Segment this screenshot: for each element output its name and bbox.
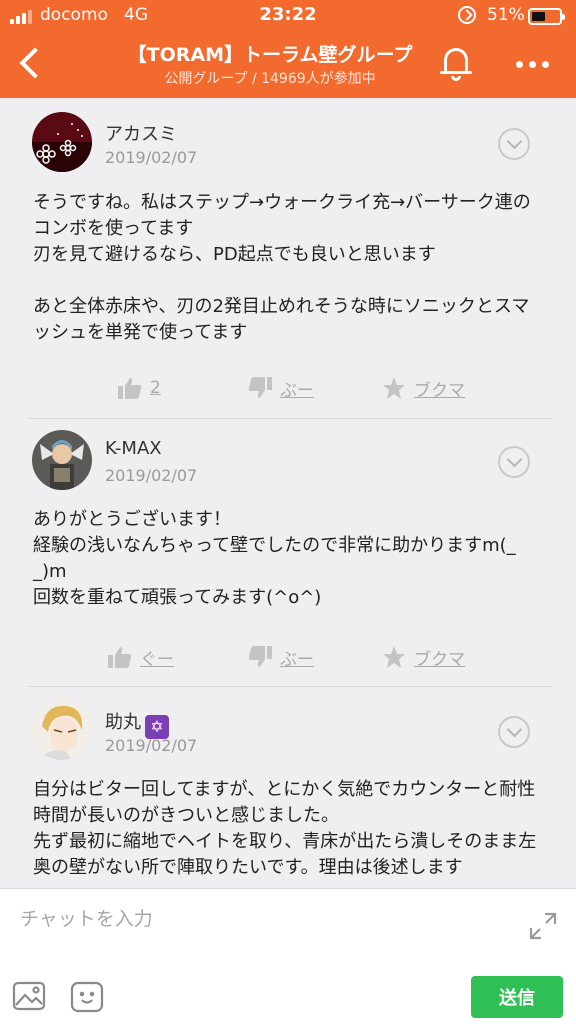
battery-icon [528, 8, 565, 25]
post-actions: ぐー ぶー ブクマ [0, 642, 576, 672]
dislike-button[interactable]: ぶー [248, 642, 314, 672]
post-item: 助丸 ✡ 2019/02/07 自分はビター回してますが、とにかく気絶でカウンター… [0, 686, 576, 888]
post-date: 2019/02/07 [105, 466, 198, 485]
image-icon[interactable] [12, 981, 46, 1011]
thumbs-down-icon [248, 646, 272, 667]
author-name: 助丸 [105, 712, 141, 733]
like-count: 2 [150, 378, 161, 398]
chat-input[interactable] [20, 903, 500, 935]
star-icon [383, 377, 405, 399]
chevron-down-icon[interactable] [498, 446, 530, 478]
post-item: アカスミ 2019/02/07 そうですね。私はステップ→ウォークライ充→バーサ… [0, 98, 576, 418]
post-body: 自分はビター回してますが、とにかく気絶でカウンターと耐性時間が長いのがきついと感… [33, 779, 537, 878]
post-body: ありがとうございます！ 経験の浅いなんちゃって壁でしたので非常に助かりますm(_… [33, 509, 516, 608]
post-body: そうですね。私はステップ→ウォークライ充→バーサーク連のコンボを使ってます 刃を… [33, 192, 531, 343]
chat-input-bar: 送信 [0, 888, 576, 1024]
dislike-label: ぶー [280, 380, 314, 401]
chevron-down-icon[interactable] [498, 128, 530, 160]
post-date: 2019/02/07 [105, 148, 198, 167]
post-author[interactable]: 助丸 ✡ [105, 708, 169, 739]
group-header: 【TORAM】トーラム壁グループ 公開グループ / 14969人が参加中 [0, 32, 576, 98]
bookmark-label: ブクマ [414, 649, 465, 670]
star-icon [383, 646, 405, 668]
rotation-lock-icon [458, 6, 476, 24]
post-item: K-MAX 2019/02/07 ありがとうございます！ 経験の浅いなんちゃって… [0, 418, 576, 686]
group-title: 【TORAM】トーラム壁グループ [127, 44, 413, 66]
post-author[interactable]: アカスミ [105, 120, 177, 146]
avatar[interactable] [32, 430, 92, 490]
send-button[interactable]: 送信 [471, 976, 563, 1018]
back-arrow-icon[interactable] [12, 44, 48, 84]
status-bar: docomo 4G 23:22 51% [0, 0, 576, 32]
thumbs-down-icon [248, 377, 272, 398]
like-button[interactable]: 2 [118, 373, 161, 403]
dislike-label: ぶー [280, 649, 314, 670]
battery-level [532, 12, 545, 21]
battery-percent: 51% [487, 5, 525, 25]
post-feed[interactable]: アカスミ 2019/02/07 そうですね。私はステップ→ウォークライ充→バーサ… [0, 98, 576, 888]
bookmark-button[interactable]: ブクマ [382, 373, 465, 403]
post-actions: 2 ぶー ブクマ [0, 373, 576, 403]
more-icon[interactable] [512, 52, 552, 76]
dislike-button[interactable]: ぶー [248, 373, 314, 403]
like-button[interactable]: ぐー [108, 642, 174, 672]
thumbs-up-icon [108, 647, 132, 668]
group-subtitle: 公開グループ / 14969人が参加中 [164, 71, 376, 87]
avatar[interactable] [32, 700, 92, 760]
thumbs-up-icon [118, 378, 142, 399]
post-date: 2019/02/07 [105, 736, 198, 755]
chevron-down-icon[interactable] [498, 716, 530, 748]
bookmark-button[interactable]: ブクマ [382, 642, 465, 672]
bookmark-label: ブクマ [414, 380, 465, 401]
like-label: ぐー [140, 649, 174, 670]
bell-icon[interactable] [438, 44, 474, 84]
post-author[interactable]: K-MAX [105, 438, 162, 459]
avatar[interactable] [32, 112, 92, 172]
expand-icon[interactable] [528, 911, 558, 941]
sticker-icon[interactable] [70, 981, 104, 1013]
